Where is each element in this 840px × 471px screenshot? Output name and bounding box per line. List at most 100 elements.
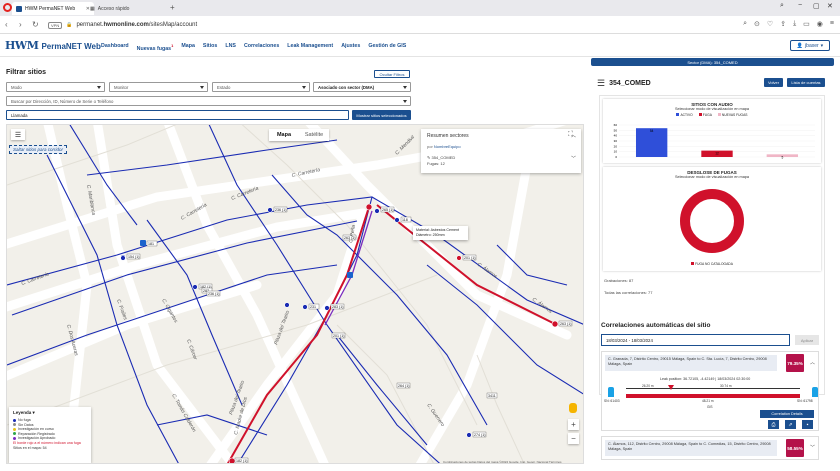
zoom-in-button[interactable]: + bbox=[568, 419, 579, 430]
profile-icon[interactable]: ◉ bbox=[817, 20, 823, 28]
site-label[interactable]: 274 (1) bbox=[474, 433, 485, 437]
tab-acceso-rapido[interactable]: ▦ Acceso rápido bbox=[86, 2, 166, 15]
date-range-input[interactable]: 18/03/2024 - 18/03/2024 bbox=[601, 334, 790, 346]
pegman-icon[interactable] bbox=[569, 403, 577, 413]
site-search-field[interactable]: Llamada bbox=[6, 110, 349, 120]
mode-select[interactable]: Modo bbox=[6, 82, 105, 92]
chevron-down-icon bbox=[403, 86, 407, 89]
menu-icon[interactable]: ☰ bbox=[597, 78, 605, 89]
site-label[interactable]: 264 (1) bbox=[398, 384, 409, 388]
reload-icon[interactable]: ↻ bbox=[32, 20, 39, 29]
legend-title[interactable]: Leyenda ▾ bbox=[13, 410, 87, 416]
user-menu-button[interactable]: 👤 jbaxer ▾ bbox=[790, 40, 830, 51]
sector-select[interactable]: Asociado con sector (DMA) bbox=[313, 82, 411, 92]
search-input[interactable]: Buscar por Dirección, ID, Número de Seri… bbox=[6, 96, 411, 106]
jump-sites-toggle[interactable]: Saltar sitios para corridor bbox=[9, 145, 68, 154]
new-tab-icon[interactable]: + bbox=[170, 3, 175, 12]
nav-lns[interactable]: LNS bbox=[225, 43, 236, 52]
map-legend: Leyenda ▾ No fuga Sin Datos Investigació… bbox=[9, 407, 91, 463]
correlation-address: C. Álamos, 112, Distrito Centro, 29008 M… bbox=[605, 440, 777, 456]
map-canvas[interactable]: 154 (1) 182 (1) 236 (1) 265 (1) 231 283 … bbox=[7, 125, 584, 464]
back-icon[interactable]: ‹ bbox=[5, 20, 8, 29]
downloads-icon[interactable]: ⤓ bbox=[793, 20, 796, 28]
extensions-icon[interactable]: ≡ bbox=[830, 20, 834, 28]
site-label[interactable]: 118 bbox=[402, 218, 408, 222]
filter-panel: Filtrar sitios Ocultar Filtros Modo Moni… bbox=[0, 58, 590, 124]
wallet-icon[interactable]: ▭ bbox=[803, 20, 810, 28]
chevron-up-icon[interactable]: ︿ bbox=[810, 359, 815, 366]
fullscreen-icon[interactable]: ⛶ bbox=[568, 131, 579, 141]
legend-label: FUGA bbox=[702, 113, 712, 117]
nav-nuevas-fugas[interactable]: Nuevas fugas1 bbox=[137, 43, 174, 52]
legend-item[interactable]: FUGA bbox=[698, 113, 712, 117]
opera-menu-icon[interactable] bbox=[3, 3, 12, 12]
url-host: hwmonline.com bbox=[103, 22, 149, 28]
nav-sitios[interactable]: Sitios bbox=[203, 43, 217, 52]
map-type-map[interactable]: Mapa bbox=[269, 129, 299, 141]
share-icon[interactable]: ⇗ bbox=[785, 420, 796, 429]
forward-icon[interactable]: › bbox=[19, 20, 22, 29]
correlation-card: C. Granada, 7, Distrito Centro, 29015 Má… bbox=[601, 351, 819, 431]
map-type-satellite[interactable]: Satélite bbox=[299, 129, 329, 141]
street-label: C. Álamos bbox=[476, 261, 499, 280]
share-icon[interactable]: ⇪ bbox=[780, 20, 786, 28]
audio-chart-legend: ACTIVO FUGA NUEVAS FUGAS bbox=[603, 113, 821, 117]
nav-mapa[interactable]: Mapa bbox=[181, 43, 195, 52]
sector-scroll-area[interactable]: SITIOS CON AUDIO Seleccionar modo de vis… bbox=[599, 95, 825, 395]
zoom-out-button[interactable]: − bbox=[568, 433, 579, 444]
search-icon[interactable]: ⌕ bbox=[743, 20, 747, 28]
monitor-select[interactable]: Monitor bbox=[109, 82, 208, 92]
chevron-down-icon[interactable]: ﹀ bbox=[571, 155, 576, 162]
nav-leak-management[interactable]: Leak Management bbox=[287, 43, 333, 52]
site-label[interactable]: 182 (1) bbox=[236, 459, 247, 463]
site-label[interactable]: 201 (1) bbox=[333, 334, 344, 338]
logo[interactable]: HWM PermaNET Web bbox=[5, 39, 101, 52]
url-path: /sitesMap/account bbox=[148, 22, 198, 28]
donut-slice[interactable] bbox=[680, 189, 744, 253]
tab-permanet[interactable]: HWM PermaNET Web ✕ bbox=[12, 2, 94, 15]
status-select[interactable]: Estado bbox=[212, 82, 310, 92]
legend-item[interactable]: FUGA NO CATALOGADA bbox=[691, 262, 733, 266]
site-label[interactable]: 3411 bbox=[488, 394, 496, 398]
list-view-icon[interactable]: ☰ bbox=[11, 129, 25, 140]
nav-dashboard[interactable]: Dashboard bbox=[101, 43, 129, 52]
back-button[interactable]: Volver bbox=[764, 78, 783, 87]
minimize-icon[interactable]: − bbox=[798, 2, 802, 9]
show-selected-button[interactable]: Mostrar sitios seleccionados bbox=[352, 110, 411, 120]
close-window-icon[interactable]: ✕ bbox=[827, 2, 833, 10]
chevron-down-icon[interactable]: ﹀ bbox=[810, 444, 815, 451]
site-label[interactable]: 263 (1) bbox=[560, 322, 571, 326]
site-label[interactable]: 181 bbox=[148, 242, 154, 246]
delete-icon[interactable]: ▪ bbox=[802, 420, 813, 429]
summary-sector[interactable]: ✎ 354_COMED bbox=[427, 155, 575, 160]
account-list-button[interactable]: Lista de cuentas bbox=[787, 78, 825, 87]
camera-icon[interactable]: ⊙ bbox=[754, 20, 760, 28]
site-label[interactable]: 236 (1) bbox=[208, 292, 219, 296]
bookmark-icon[interactable]: ♡ bbox=[767, 20, 773, 28]
vpn-badge[interactable]: VPN bbox=[48, 21, 63, 29]
search-tabs-icon[interactable]: ⌕ bbox=[780, 2, 784, 10]
site-label[interactable]: 283 (1) bbox=[332, 305, 343, 309]
nav-gestion-gis[interactable]: Gestión de GIS bbox=[368, 43, 406, 52]
audio-chart-subtitle: Seleccionar modo de visualización en map… bbox=[674, 107, 750, 111]
tab-title: Acceso rápido bbox=[97, 5, 130, 12]
print-icon[interactable]: ⎙ bbox=[768, 420, 779, 429]
legend-item[interactable]: ACTIVO bbox=[676, 113, 693, 117]
nav-correlaciones[interactable]: Correlaciones bbox=[244, 43, 279, 52]
maximize-icon[interactable]: ▢ bbox=[813, 2, 820, 10]
legend-count: Sitios en el mapa: 54 bbox=[13, 445, 47, 450]
street-label: C. Frailes bbox=[115, 299, 128, 322]
site-label[interactable]: 201 (1) bbox=[464, 256, 475, 260]
hide-filters-button[interactable]: Ocultar Filtros bbox=[374, 70, 410, 78]
apply-date-button[interactable]: Aplicar bbox=[795, 335, 819, 345]
site-label[interactable]: 265 (1) bbox=[382, 208, 393, 212]
site-label[interactable]: 236 (1) bbox=[275, 208, 286, 212]
map-view[interactable]: 154 (1) 182 (1) 236 (1) 265 (1) 231 283 … bbox=[6, 124, 584, 464]
summary-by-link[interactable]: NombreEquipo bbox=[434, 144, 461, 149]
nav-ajustes[interactable]: Ajustes bbox=[341, 43, 360, 52]
site-label[interactable]: 154 (1) bbox=[128, 255, 139, 259]
site-label[interactable]: 231 bbox=[310, 305, 316, 309]
url-field[interactable]: VPN 🔒 permanet. hwmonline.com/sitesMap/ac… bbox=[48, 19, 648, 31]
legend-item[interactable]: NUEVAS FUGAS bbox=[717, 113, 748, 117]
correlation-details-button[interactable]: Correlation Details bbox=[760, 410, 814, 418]
